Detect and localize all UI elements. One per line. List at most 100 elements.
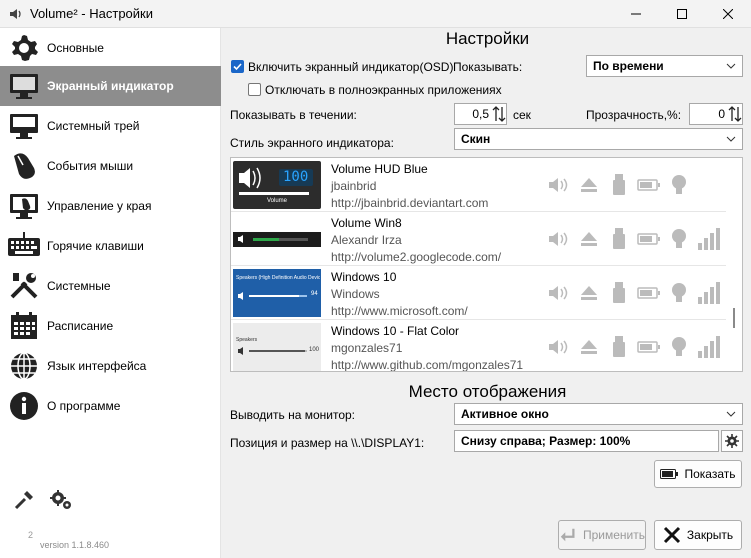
skin-capabilities — [547, 278, 721, 308]
sidebar-item-tray[interactable]: Системный трей — [0, 106, 221, 146]
sidebar: Основные Экранный индикатор Системный тр… — [0, 28, 221, 558]
minimize-icon — [631, 13, 641, 15]
skin-preview-caption: Speakers — [236, 337, 258, 343]
enable-osd-checkbox[interactable] — [231, 60, 244, 73]
show-preview-button[interactable]: Показать — [654, 460, 742, 488]
eject-icon — [577, 334, 601, 360]
calendar-icon — [7, 309, 41, 343]
monitor-select[interactable]: Активное окно — [454, 403, 743, 425]
eject-icon — [577, 172, 601, 198]
checkmark-icon — [233, 63, 242, 71]
info-icon — [7, 389, 41, 423]
skin-author: mgonzales71 — [331, 341, 403, 355]
show-mode-select[interactable]: По времени — [586, 55, 743, 77]
close-x-icon — [663, 526, 680, 544]
signal-bars-icon — [697, 334, 721, 360]
transparency-value: 0 — [718, 107, 725, 121]
settings-heading: Настройки — [445, 29, 530, 48]
minimize-button[interactable] — [613, 0, 659, 28]
mouse-icon — [7, 149, 41, 183]
skin-item[interactable]: Volume Win8 Alexandr Irza http://volume2… — [231, 212, 726, 266]
spin-arrows-icon[interactable] — [492, 105, 506, 123]
sidebar-item-system[interactable]: Системные — [0, 266, 221, 306]
usb-icon — [607, 226, 631, 252]
duration-value: 0,5 — [472, 107, 489, 121]
app-icon — [10, 9, 21, 19]
chevron-down-icon — [726, 136, 736, 142]
monitor-label: Выводить на монитор: — [230, 408, 355, 422]
show-label: Показывать: — [453, 60, 523, 74]
duration-label: Показывать в течении: — [230, 108, 357, 122]
eject-icon — [577, 280, 601, 306]
skin-list[interactable]: 100 Volume Volume HUD Blue jbainbrid htt… — [230, 157, 743, 372]
style-select[interactable]: Скин — [454, 128, 743, 150]
scrollbar-thumb[interactable] — [733, 308, 735, 328]
placement-heading: Место отображения — [408, 382, 567, 401]
position-value: Снизу справа; Размер: 100% — [461, 434, 631, 448]
sidebar-item-mouse[interactable]: События мыши — [0, 146, 221, 186]
window-title: Volume² - Настройки — [30, 6, 153, 21]
tools-icon — [7, 269, 41, 303]
sidebar-item-label: Расписание — [47, 319, 114, 333]
speaker-icon — [547, 280, 571, 306]
usb-icon — [607, 280, 631, 306]
close-button[interactable]: Закрыть — [654, 520, 742, 550]
settings-gears-button[interactable] — [48, 488, 74, 512]
close-icon — [723, 9, 733, 19]
disable-fullscreen-checkbox[interactable] — [248, 83, 261, 96]
enable-osd-label: Включить экранный индикатор(OSD) — [248, 60, 454, 74]
skin-author: jbainbrid — [331, 179, 377, 193]
brush-button[interactable] — [12, 488, 36, 512]
skin-name: Volume Win8 — [331, 216, 402, 230]
skin-preview-value: 100 — [283, 169, 309, 185]
skin-preview — [233, 215, 321, 263]
disable-fullscreen-label: Отключать в полноэкранных приложениях — [265, 83, 502, 97]
skin-name: Windows 10 — [331, 270, 397, 284]
skin-capabilities — [547, 332, 721, 362]
skin-item[interactable]: Speakers (High Definition Audio Device) … — [231, 266, 726, 320]
battery-icon — [637, 172, 661, 198]
maximize-button[interactable] — [659, 0, 705, 28]
sidebar-item-language[interactable]: Язык интерфейса — [0, 346, 221, 386]
show-mode-value: По времени — [593, 59, 664, 73]
skin-preview-value: 94 — [311, 291, 318, 297]
spin-arrows-icon[interactable] — [728, 105, 742, 123]
skin-url: http://volume2.googlecode.com/ — [331, 250, 502, 264]
skin-preview-caption: Volume — [266, 198, 287, 204]
skin-item[interactable]: Speakers 100 Windows 10 - Flat Color mgo… — [231, 320, 726, 372]
sidebar-item-about[interactable]: О программе — [0, 386, 221, 426]
apply-label: Применить — [582, 528, 645, 542]
logo-superscript: 2 — [28, 530, 34, 540]
signal-bars-icon — [697, 226, 721, 252]
position-field[interactable]: Снизу справа; Размер: 100% — [454, 430, 719, 452]
skin-list-scrollbar[interactable] — [726, 158, 742, 371]
tray-icon — [7, 109, 41, 143]
close-window-button[interactable] — [705, 0, 751, 28]
style-label: Стиль экранного индикатора: — [230, 136, 394, 150]
apply-arrow-icon — [560, 528, 575, 542]
keyboard-icon — [7, 229, 41, 263]
sidebar-item-osd[interactable]: Экранный индикатор — [0, 66, 221, 106]
position-settings-button[interactable] — [721, 430, 743, 452]
skin-capabilities — [547, 170, 691, 200]
usb-icon — [607, 172, 631, 198]
sidebar-item-screen-edge[interactable]: Управление у края — [0, 186, 221, 226]
sidebar-item-general[interactable]: Основные — [0, 28, 221, 68]
brightness-bulb-icon — [667, 334, 691, 360]
skin-url: http://www.github.com/mgonzales71 — [331, 358, 524, 372]
brightness-bulb-icon — [667, 280, 691, 306]
transparency-stepper[interactable]: 0 — [689, 103, 743, 125]
speaker-icon — [547, 334, 571, 360]
skin-name: Volume HUD Blue — [331, 162, 428, 176]
battery-icon — [637, 280, 661, 306]
sidebar-item-label: Системные — [47, 279, 111, 293]
sidebar-item-label: Управление у края — [47, 199, 152, 213]
chevron-down-icon — [726, 63, 736, 69]
speaker-icon — [547, 226, 571, 252]
sidebar-item-schedule[interactable]: Расписание — [0, 306, 221, 346]
speaker-icon — [547, 172, 571, 198]
skin-item[interactable]: 100 Volume Volume HUD Blue jbainbrid htt… — [231, 158, 726, 212]
sidebar-item-hotkeys[interactable]: Горячие клавиши — [0, 226, 221, 266]
apply-button[interactable]: Применить — [558, 520, 646, 550]
duration-stepper[interactable]: 0,5 — [454, 103, 507, 125]
